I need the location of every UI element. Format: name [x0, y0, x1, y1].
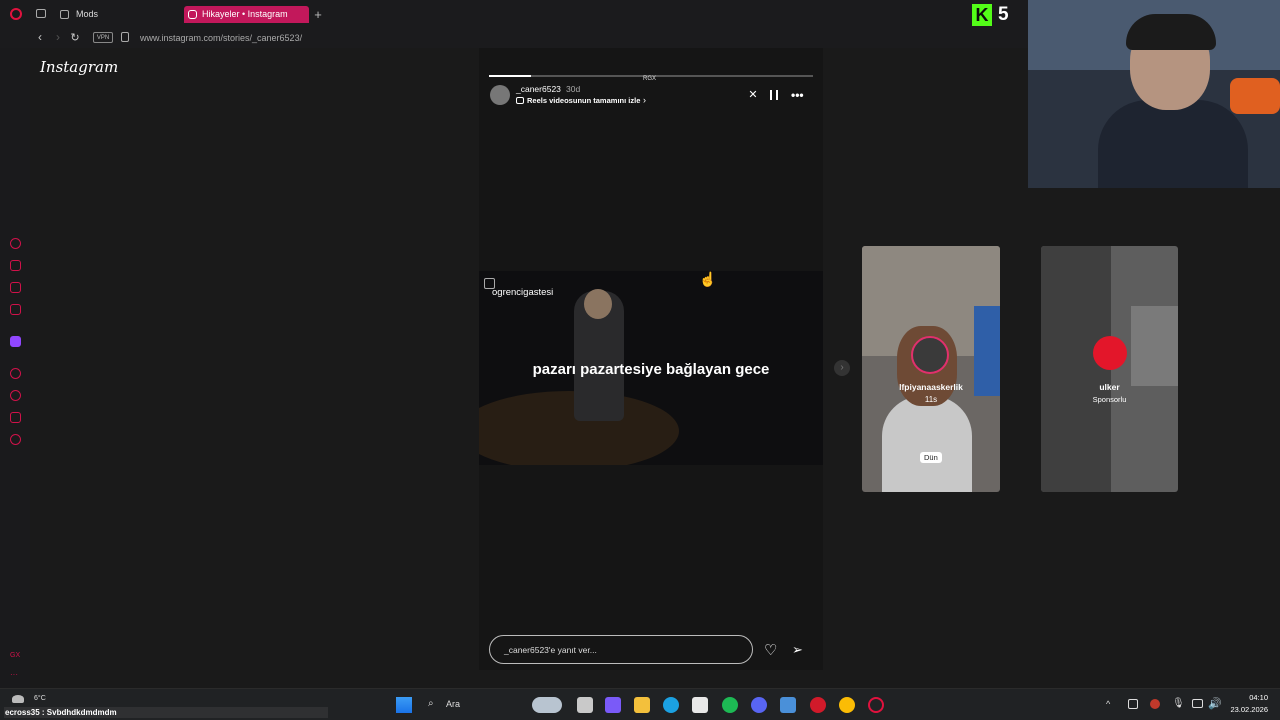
- clock-icon[interactable]: [10, 390, 21, 401]
- mute-icon[interactable]: ✕: [747, 89, 759, 101]
- reload-icon[interactable]: ↻: [69, 31, 81, 44]
- reels-icon: [516, 97, 524, 104]
- tray-app-icon[interactable]: [1128, 699, 1138, 709]
- person-head: [584, 289, 612, 319]
- rgx-label: RGX: [643, 76, 657, 82]
- person-silhouette: [1041, 246, 1111, 492]
- story-time: 30d: [566, 84, 581, 94]
- tab-label: Mods: [76, 9, 99, 19]
- story-viewer: RGX _caner6523 30d Reels videosunun tama…: [479, 48, 823, 670]
- more-icon[interactable]: ···: [10, 670, 18, 679]
- weather-temp: 6°C: [34, 695, 46, 702]
- extensions-icon[interactable]: [10, 412, 21, 423]
- settings-icon[interactable]: [10, 434, 21, 445]
- copilot-icon[interactable]: [605, 697, 621, 713]
- history-icon[interactable]: [10, 368, 21, 379]
- instagram-favicon-icon: [188, 10, 197, 19]
- streamer-body: [1098, 100, 1248, 188]
- opera-gx-logo-icon[interactable]: [10, 8, 22, 20]
- send-icon[interactable]: ➢: [792, 642, 803, 658]
- file-explorer-icon[interactable]: [634, 697, 650, 713]
- windows-start-icon[interactable]: [396, 697, 412, 713]
- next-story-arrow-icon[interactable]: ›: [834, 360, 850, 376]
- gx-corner-icon[interactable]: GX: [10, 652, 20, 659]
- gx-cleaner-icon[interactable]: [10, 282, 21, 293]
- chat-ticker: ecross35 : Svbdhdkdmdmdm: [4, 707, 328, 718]
- browser-sidebar: GX ···: [0, 48, 30, 688]
- new-tab-icon[interactable]: +: [312, 7, 324, 22]
- tab-mods[interactable]: Mods: [58, 6, 178, 23]
- building-bg: [1131, 306, 1178, 386]
- lock-icon: [121, 32, 129, 42]
- kick-logo-icon: K: [972, 4, 992, 26]
- sponsored-label: Sponsorlu: [1092, 395, 1127, 404]
- next-story-card-2[interactable]: ulker Sponsorlu: [1041, 246, 1178, 492]
- tray-chevron-icon[interactable]: ^: [1106, 699, 1110, 709]
- next-story-username-1: lfpiyanaaskerlik: [899, 382, 963, 392]
- tray-opera-icon[interactable]: [1150, 699, 1160, 709]
- task-view-icon[interactable]: [577, 697, 593, 713]
- avatar[interactable]: [490, 85, 510, 105]
- day-badge: Dün: [920, 452, 942, 463]
- mouse-cursor-icon: ☝: [699, 271, 717, 287]
- microphone-icon[interactable]: 🎙: [1172, 698, 1185, 709]
- tab-instagram-stories[interactable]: Hikayeler • Instagram: [184, 6, 309, 23]
- reply-placeholder: _caner6523'e yanıt ver...: [504, 645, 597, 655]
- app-icon[interactable]: [780, 697, 796, 713]
- tab-menu-icon[interactable]: [36, 9, 46, 18]
- monitor-icon[interactable]: [1192, 699, 1203, 708]
- speed-dial-icon[interactable]: [10, 238, 21, 249]
- person-shirt: [882, 396, 972, 492]
- search-icon[interactable]: ⌕: [428, 698, 434, 709]
- store-icon[interactable]: [692, 697, 708, 713]
- back-icon[interactable]: ‹: [34, 30, 46, 44]
- mods-icon: [60, 10, 69, 19]
- clock-time[interactable]: 04:10: [1222, 693, 1268, 702]
- next-story-card-1[interactable]: lfpiyanaaskerlik 11s Dün: [862, 246, 1000, 492]
- player-icon[interactable]: [10, 304, 21, 315]
- heater-glow: [1230, 78, 1280, 114]
- story-caption: pazarı pazartesiye bağlayan gece: [532, 361, 770, 378]
- next-story-time-1: 11s: [924, 395, 938, 404]
- twitch-icon[interactable]: [10, 336, 21, 347]
- edge-icon[interactable]: [663, 697, 679, 713]
- story-avatar-1: [911, 336, 949, 374]
- streamer-cap: [1126, 14, 1216, 50]
- spotify-icon[interactable]: [722, 697, 738, 713]
- weather-icon[interactable]: [12, 695, 24, 703]
- story-progress-fill: [489, 75, 532, 77]
- clock-date[interactable]: 23.02.2026: [1222, 705, 1268, 714]
- gx-control-icon[interactable]: [10, 260, 21, 271]
- source-tag: ogrencigastesi: [492, 287, 554, 298]
- url-field[interactable]: www.instagram.com/stories/_caner6523/: [140, 31, 302, 45]
- opera-icon[interactable]: [810, 697, 826, 713]
- discord-icon[interactable]: [751, 697, 767, 713]
- story-username[interactable]: _caner6523: [516, 84, 561, 94]
- like-heart-icon[interactable]: ♡: [764, 641, 777, 659]
- opera-gx-taskbar-icon[interactable]: [868, 697, 884, 713]
- windows-taskbar: 6°C ecross35 : Svbdhdkdmdmdm ⌕ Ara ^ 🎙 🔊…: [0, 688, 1280, 720]
- more-options-icon[interactable]: •••: [791, 88, 804, 102]
- webcam-overlay: [1028, 0, 1280, 188]
- vpn-badge[interactable]: VPN: [93, 32, 113, 43]
- next-story-username-2: ulker: [1099, 382, 1120, 392]
- forward-icon[interactable]: ›: [52, 30, 64, 44]
- chevron-right-icon: ›: [643, 95, 646, 105]
- volume-icon[interactable]: 🔊: [1208, 697, 1222, 710]
- taskbar-search-label[interactable]: Ara: [446, 699, 460, 709]
- ulker-logo-icon: [1093, 336, 1127, 370]
- widgets-icon[interactable]: [532, 697, 562, 713]
- instagram-logo[interactable]: Instagram: [40, 58, 118, 76]
- reply-input[interactable]: _caner6523'e yanıt ver...: [489, 635, 753, 664]
- chrome-icon[interactable]: [839, 697, 855, 713]
- reels-link[interactable]: Reels videosunun tamamını izle: [527, 96, 640, 105]
- overlay-score: 5: [998, 4, 1009, 25]
- pause-icon[interactable]: [770, 90, 778, 100]
- tab-label: Hikayeler • Instagram: [202, 9, 288, 19]
